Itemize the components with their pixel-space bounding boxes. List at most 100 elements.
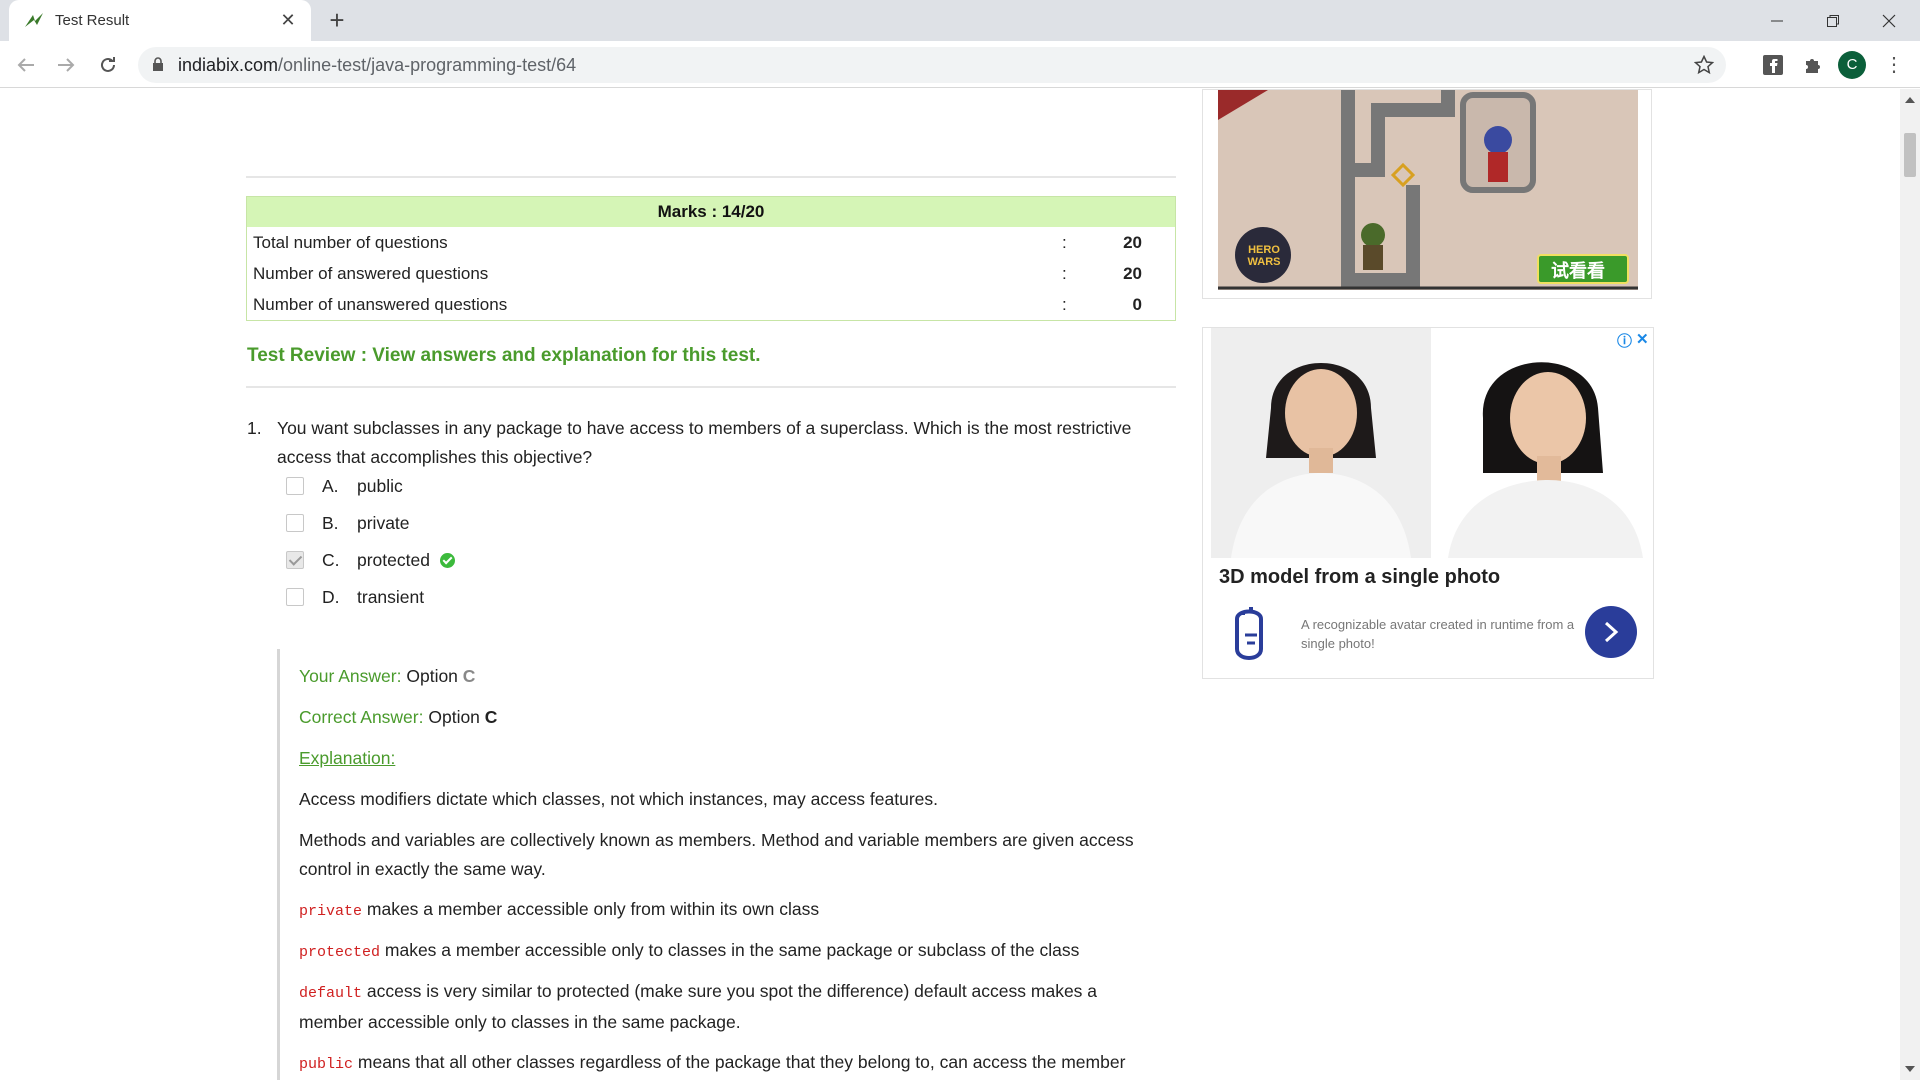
question-text: You want subclasses in any package to ha… [277,418,1132,467]
explanation-paragraph: protected makes a member accessible only… [299,936,1159,967]
forward-button[interactable] [50,49,82,81]
option-c[interactable]: C. protected [286,545,455,575]
option-text: protected [357,550,430,570]
avatar-logo-icon [1235,607,1263,660]
browser-menu-icon[interactable]: ⋮ [1884,50,1904,80]
option-letter: D. [322,587,340,607]
divider [246,176,1176,178]
game-ad-image: HERO WARS 试看看 [1218,90,1638,290]
your-answer-line: Your Answer: Option C [299,666,475,687]
correct-answer-line: Correct Answer: Option C [299,707,497,728]
chevron-right-icon [1604,621,1619,643]
extension-f-button[interactable] [1757,49,1789,81]
option-checkbox[interactable] [286,588,304,606]
your-answer-letter: C [462,666,476,686]
correct-answer-letter: C [484,707,498,727]
result-label: Number of answered questions [253,263,489,283]
ad-info-icon[interactable]: ⓘ [1617,330,1632,351]
explanation-link[interactable]: Explanation: [299,748,395,768]
explanation-link-line: Explanation: [299,748,395,769]
option-text: public [357,476,403,496]
profile-avatar[interactable]: C [1838,51,1866,79]
option-b[interactable]: B. private [286,508,410,538]
address-bar[interactable]: indiabix.com/online-test/java-programmin… [138,47,1726,83]
result-colon: : [1062,232,1067,252]
browser-tab[interactable]: Test Result ✕ [9,0,311,41]
result-value: 20 [1123,232,1142,252]
explanation-paragraph: Access modifiers dictate which classes, … [299,789,939,809]
option-text: transient [357,587,425,607]
reload-button[interactable] [92,49,124,81]
paragraph-text: access is very similar to protected (mak… [299,981,1098,1032]
back-arrow-icon [17,58,34,72]
explanation-paragraph: Methods and variables are collectively k… [299,830,1134,879]
tab-title: Test Result [55,12,130,29]
extensions-button[interactable] [1797,49,1829,81]
scroll-down-arrow-icon[interactable] [1905,1066,1915,1072]
back-button[interactable] [10,49,42,81]
minimize-icon [1771,20,1783,21]
result-row: Number of unanswered questions : 0 [247,289,1175,320]
ad-description: A recognizable avatar created in runtime… [1301,617,1575,651]
result-value: 0 [1132,294,1142,314]
explanation-paragraph: public means that all other classes rega… [299,1048,1159,1080]
minimize-button[interactable] [1754,0,1800,41]
ad-close-icon[interactable]: ✕ [1636,330,1649,348]
option-checkbox-checked[interactable] [286,551,304,569]
result-colon: : [1062,294,1067,314]
code-keyword: default [299,985,363,1002]
correct-answer-label: Correct Answer: [299,707,424,727]
ad-go-button[interactable] [1585,606,1637,658]
explanation-paragraph: private makes a member accessible only f… [299,895,1159,926]
answer-explanation-box: Your Answer: Option C Correct Answer: Op… [277,649,1147,1080]
result-colon: : [1062,263,1067,283]
option-a[interactable]: A. public [286,471,403,501]
scroll-thumb[interactable] [1904,133,1916,177]
code-keyword: private [299,903,363,920]
result-summary-table: Marks : 14/20 Total number of questions … [246,196,1176,321]
avatar-3d-image [1433,328,1653,558]
marks-header: Marks : 14/20 [247,197,1175,227]
browser-toolbar: indiabix.com/online-test/java-programmin… [0,41,1920,88]
bookmark-star-icon[interactable] [1694,55,1714,75]
new-tab-button[interactable]: + [324,7,350,34]
page-scrollbar[interactable] [1900,89,1920,1080]
url-path: /online-test/java-programming-test/64 [278,55,577,75]
paragraph-text: means that all other classes regardless … [357,1052,1126,1072]
ad-title: 3D model from a single photo [1219,566,1501,588]
option-d[interactable]: D. transient [286,582,424,612]
puzzle-icon [1806,59,1820,73]
option-checkbox[interactable] [286,477,304,495]
tab-close-icon[interactable]: ✕ [277,9,299,31]
close-icon [1882,14,1896,27]
ad-photo-left [1211,328,1431,558]
scroll-up-arrow-icon[interactable] [1905,97,1915,103]
indiabix-favicon-icon [25,13,43,27]
woman-photo-image [1211,328,1431,558]
correct-answer-value: Option [428,707,480,727]
question-number: 1. [247,418,262,438]
result-value: 20 [1123,263,1142,283]
lock-icon [153,57,163,71]
result-label: Total number of questions [253,232,448,252]
restore-button[interactable] [1810,0,1856,41]
game-ad[interactable]: HERO WARS 试看看 [1202,89,1652,299]
facebook-extension-icon [1763,55,1783,75]
option-checkbox[interactable] [286,514,304,532]
url-text: indiabix.com/online-test/java-programmin… [178,55,576,76]
paragraph-text: makes a member accessible only to classe… [380,940,1080,960]
result-row: Total number of questions : 20 [247,227,1175,258]
correct-check-icon [439,552,455,568]
option-letter: C. [322,550,340,570]
url-host: indiabix.com [178,55,279,75]
reload-icon [101,57,115,72]
page-viewport: Marks : 14/20 Total number of questions … [0,89,1900,1080]
your-answer-label: Your Answer: [299,666,402,686]
avatar-ad[interactable]: ⓘ ✕ 3D model from a single photo A recog… [1202,327,1654,679]
code-keyword: public [299,1056,354,1073]
test-review-heading: Test Review : View answers and explanati… [247,345,761,366]
ad-photo-right [1433,328,1653,558]
option-letter: B. [322,513,339,533]
close-window-button[interactable] [1866,0,1912,41]
result-row: Number of answered questions : 20 [247,258,1175,289]
